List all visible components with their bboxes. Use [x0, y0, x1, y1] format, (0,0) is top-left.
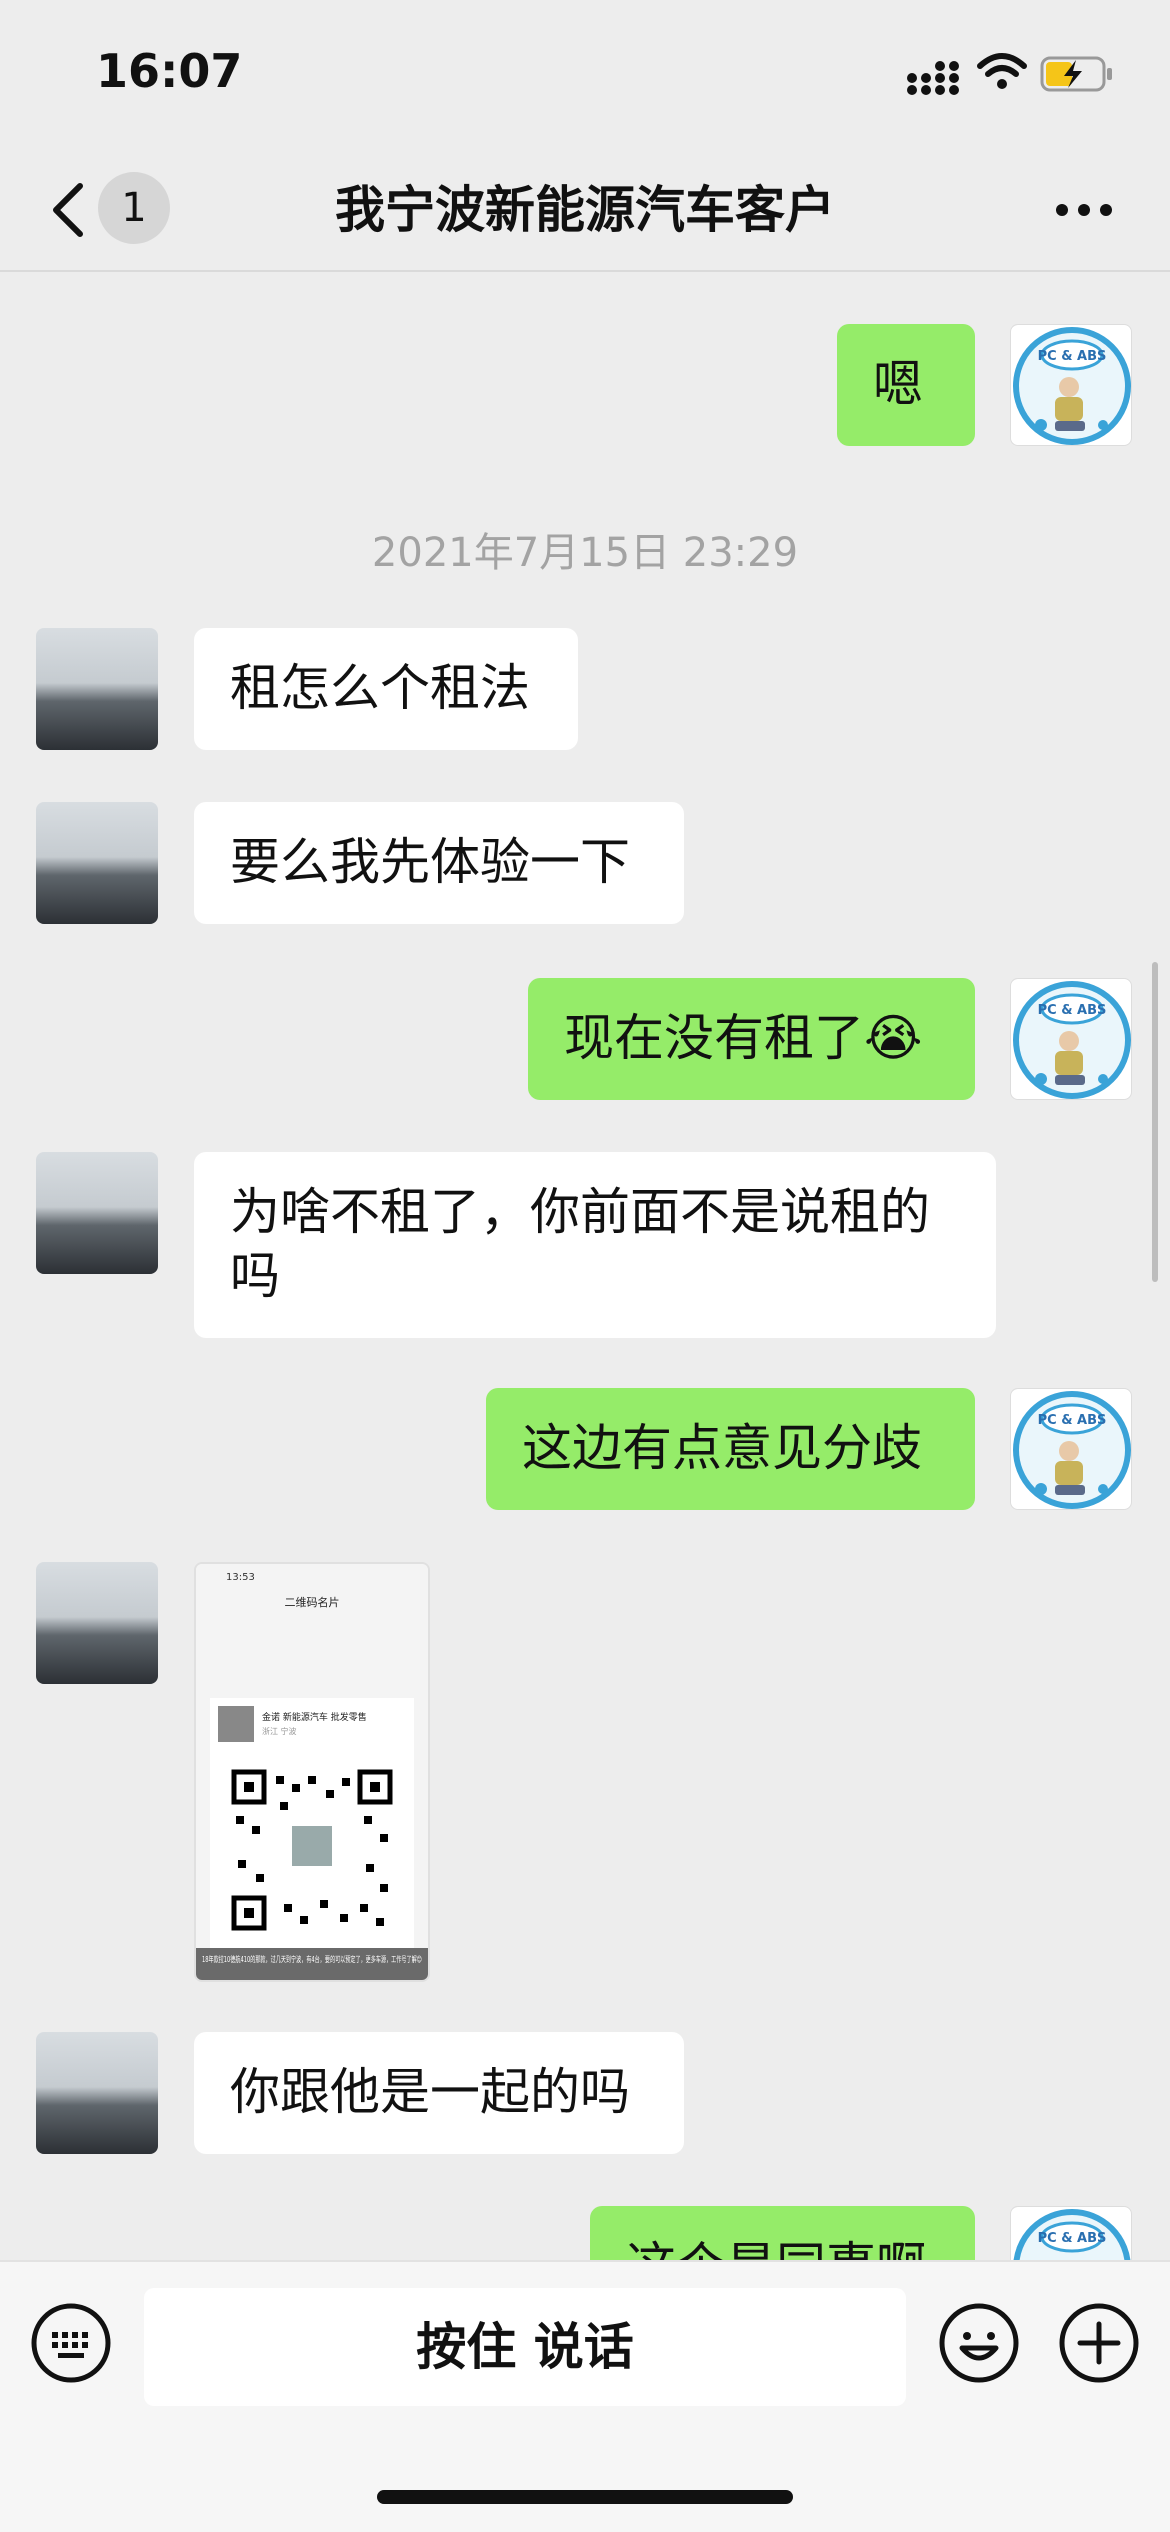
contact-avatar[interactable] — [36, 628, 158, 750]
svg-text:二维码名片: 二维码名片 — [285, 1595, 340, 1609]
contact-avatar[interactable] — [36, 1152, 158, 1274]
chat-header: 1 我宁波新能源汽车客户 — [0, 150, 1170, 272]
message-bubble-incoming[interactable]: 租怎么个租法 — [194, 628, 578, 750]
my-avatar[interactable]: PC & ABS — [1010, 2206, 1132, 2260]
message-bubble-outgoing[interactable]: 嗯 — [837, 324, 975, 446]
svg-text:PC & ABS: PC & ABS — [1038, 1413, 1107, 1428]
message-bubble-outgoing[interactable]: 现在没有租了😭 — [528, 978, 975, 1100]
status-time: 16:07 — [96, 44, 243, 98]
status-bar: 16:07 — [0, 0, 1170, 150]
more-options-icon[interactable] — [1052, 190, 1116, 230]
chat-title: 我宁波新能源汽车客户 — [335, 181, 835, 239]
cartoon-avatar-icon: PC & ABS — [1013, 981, 1131, 1099]
contact-avatar[interactable] — [36, 2032, 158, 2154]
cartoon-avatar-icon: PC & ABS — [1013, 1391, 1131, 1509]
contact-avatar[interactable] — [36, 1562, 158, 1684]
svg-text:金诺 新能源汽车 批发零售: 金诺 新能源汽车 批发零售 — [262, 1711, 367, 1723]
message-list[interactable]: PC & ABS 嗯 2021年7月15日 23:29 租怎么个租法 要么我先体… — [0, 272, 1170, 2260]
keyboard-icon[interactable] — [30, 2302, 112, 2384]
unread-count-badge[interactable]: 1 — [98, 172, 170, 244]
hold-to-talk-button[interactable]: 按住 说话 — [144, 2288, 906, 2406]
input-bar: 按住 说话 — [0, 2260, 1170, 2532]
message-timestamp: 2021年7月15日 23:29 — [371, 530, 799, 576]
qr-card-screenshot: 13:53 二维码名片 金诺 新能源汽车 批发零售 浙江 宁波 18年款拉10德… — [196, 1564, 428, 1980]
wifi-icon — [977, 53, 1027, 89]
crying-laughing-emoji-icon: 😭 — [864, 1009, 923, 1067]
plus-icon[interactable] — [1058, 2302, 1140, 2384]
home-indicator — [377, 2490, 793, 2504]
cellular-signal-icon — [907, 61, 959, 95]
emoji-icon[interactable] — [938, 2302, 1020, 2384]
image-message-qr-card[interactable]: 13:53 二维码名片 金诺 新能源汽车 批发零售 浙江 宁波 18年款拉10德… — [194, 1562, 430, 1982]
svg-text:PC & ABS: PC & ABS — [1038, 1003, 1107, 1018]
message-bubble-outgoing[interactable]: 这边有点意见分歧 — [486, 1388, 975, 1510]
my-avatar[interactable]: PC & ABS — [1010, 1388, 1132, 1510]
message-bubble-outgoing[interactable]: 这个是同事啊 — [590, 2206, 975, 2260]
svg-text:PC & ABS: PC & ABS — [1038, 349, 1107, 364]
cartoon-avatar-icon: PC & ABS — [1013, 2209, 1131, 2260]
cartoon-avatar-icon: PC & ABS — [1013, 327, 1131, 445]
battery-charging-icon — [1040, 56, 1112, 92]
message-bubble-incoming[interactable]: 为啥不租了，你前面不是说租的吗 — [194, 1152, 996, 1338]
svg-text:18年款拉10德航410的那款，过几天到宁波，有4台，要的可: 18年款拉10德航410的那款，过几天到宁波，有4台，要的可以预定了，更多车源，… — [202, 1954, 422, 1964]
back-arrow-icon[interactable] — [40, 178, 100, 242]
message-bubble-incoming[interactable]: 你跟他是一起的吗 — [194, 2032, 684, 2154]
message-text: 现在没有租了 — [564, 1009, 864, 1067]
my-avatar[interactable]: PC & ABS — [1010, 324, 1132, 446]
qr-code-icon — [231, 1769, 393, 1931]
svg-text:13:53: 13:53 — [226, 1572, 255, 1583]
svg-text:浙江 宁波: 浙江 宁波 — [262, 1726, 297, 1736]
scrollbar[interactable] — [1152, 962, 1158, 1282]
my-avatar[interactable]: PC & ABS — [1010, 978, 1132, 1100]
svg-text:PC & ABS: PC & ABS — [1038, 2231, 1107, 2246]
message-bubble-incoming[interactable]: 要么我先体验一下 — [194, 802, 684, 924]
contact-avatar[interactable] — [36, 802, 158, 924]
